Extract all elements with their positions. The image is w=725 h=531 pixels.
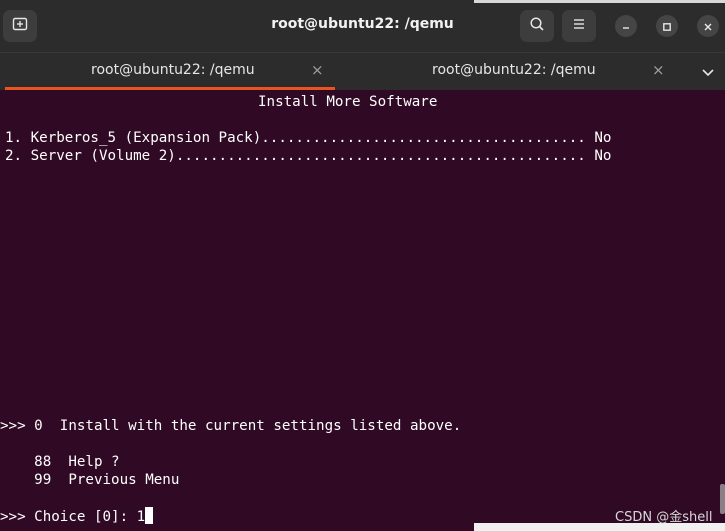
menu-item-server: 2. Server (Volume 2)....................… <box>5 148 612 164</box>
choice-prompt-line[interactable]: >>> Choice [0]: 1 <box>0 507 154 526</box>
chevron-down-icon <box>701 63 715 82</box>
maximize-button[interactable] <box>656 15 678 37</box>
previous-menu-option: 99 Previous Menu <box>0 472 180 488</box>
menu-heading: Install More Software <box>258 94 438 110</box>
new-tab-icon <box>12 16 28 36</box>
hamburger-menu-icon <box>571 16 587 36</box>
tab-terminal-1[interactable]: root@ubuntu22: /qemu × <box>5 53 335 90</box>
tab-list-button[interactable] <box>698 63 718 81</box>
tab-close-button[interactable]: × <box>311 61 324 79</box>
choice-prompt: >>> Choice [0]: <box>0 509 137 525</box>
tab-terminal-2[interactable]: root@ubuntu22: /qemu × <box>338 53 678 90</box>
search-icon <box>529 16 545 36</box>
minimize-icon <box>621 17 631 36</box>
text-cursor <box>145 507 154 524</box>
install-option: >>> 0 Install with the current settings … <box>0 418 462 434</box>
close-icon <box>703 17 713 36</box>
choice-input[interactable]: 1 <box>137 509 146 525</box>
search-button[interactable] <box>520 10 554 42</box>
terminal-output[interactable]: Install More Software 1. Kerberos_5 (Exp… <box>0 90 725 531</box>
watermark: CSDN @金shell <box>615 510 713 525</box>
menu-button[interactable] <box>562 10 596 42</box>
tab-close-button[interactable]: × <box>652 61 665 79</box>
terminal-scrollbar[interactable] <box>720 484 725 514</box>
close-window-button[interactable] <box>697 15 719 37</box>
help-option: 88 Help ? <box>0 454 120 470</box>
tab-bar: root@ubuntu22: /qemu × root@ubuntu22: /q… <box>0 52 725 90</box>
new-tab-button[interactable] <box>3 10 37 42</box>
tab-label: root@ubuntu22: /qemu <box>432 62 596 78</box>
menu-item-kerberos: 1. Kerberos_5 (Expansion Pack)..........… <box>5 130 612 146</box>
minimize-button[interactable] <box>615 15 637 37</box>
title-bar: root@ubuntu22: /qemu <box>0 0 725 52</box>
maximize-icon <box>662 17 672 36</box>
tab-label: root@ubuntu22: /qemu <box>91 62 255 78</box>
background-window-edge <box>474 0 725 3</box>
